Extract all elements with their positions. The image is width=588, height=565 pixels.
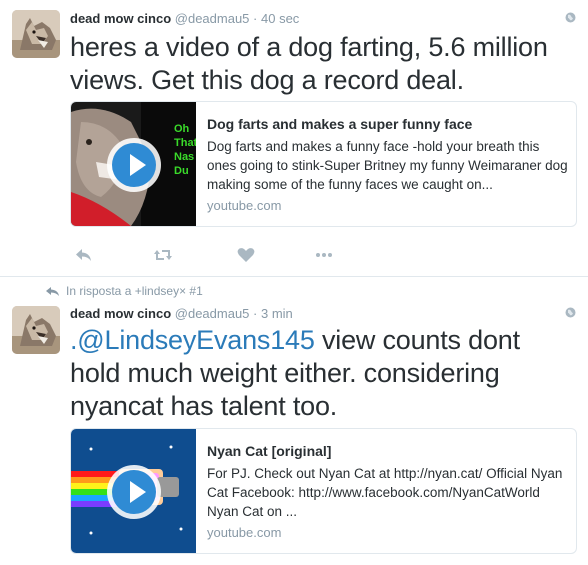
avatar[interactable]: [12, 10, 60, 58]
wolf-avatar-image: [12, 306, 60, 354]
avatar[interactable]: [12, 306, 60, 354]
reply-context-text: In risposta a +lindsey× #1: [66, 284, 203, 298]
thumbnail-caption: Oh That Nas Du: [174, 122, 196, 178]
tweet-header: dead mow cinco @deadmau5 · 40 sec: [70, 11, 299, 26]
tweet-text: .@LindseyEvans145 view counts dont hold …: [70, 324, 570, 423]
link-card[interactable]: Nyan Cat [original] For PJ. Check out Ny…: [70, 428, 577, 554]
retweet-icon[interactable]: [153, 246, 173, 264]
wolf-avatar-image: [12, 10, 60, 58]
reply-arrow-icon: [46, 287, 59, 296]
author-name[interactable]: dead mow cinco: [70, 11, 171, 26]
card-description: For PJ. Check out Nyan Cat at http://nya…: [207, 466, 563, 519]
thumbnail-caption-line: Oh: [174, 123, 190, 135]
tweet[interactable]: dead mow cinco @deadmau5 · 40 sec heres …: [0, 0, 588, 277]
video-thumbnail[interactable]: [71, 429, 196, 553]
play-icon[interactable]: [107, 138, 161, 192]
timestamp[interactable]: 3 min: [261, 306, 293, 321]
separator: ·: [253, 306, 258, 321]
thumbnail-caption-line: Du: [174, 165, 189, 177]
card-body: Dog farts and makes a super funny face D…: [207, 115, 569, 213]
play-icon[interactable]: [107, 465, 161, 519]
card-description: Dog farts and makes a funny face -hold y…: [207, 139, 568, 192]
author-handle[interactable]: @deadmau5: [175, 306, 250, 321]
thumbnail-caption-line: Nas: [174, 151, 195, 163]
author-name[interactable]: dead mow cinco: [70, 306, 171, 321]
tweet-text: heres a video of a dog farting, 5.6 mill…: [70, 32, 548, 95]
like-icon[interactable]: [236, 246, 256, 264]
tweet-header: dead mow cinco @deadmau5 · 3 min: [70, 306, 293, 321]
tweet[interactable]: In risposta a +lindsey× #1 dead mow cinc…: [0, 277, 588, 565]
card-body: Nyan Cat [original] For PJ. Check out Ny…: [207, 442, 569, 540]
mention-link[interactable]: .@LindseyEvans145: [70, 325, 315, 355]
reply-context[interactable]: In risposta a +lindsey× #1: [46, 284, 203, 298]
link-card[interactable]: Oh That Nas Du Dog farts and makes a sup…: [70, 101, 577, 227]
thumbnail-caption-line: That: [174, 137, 196, 149]
reply-icon[interactable]: [74, 246, 94, 264]
video-thumbnail[interactable]: Oh That Nas Du: [71, 102, 196, 226]
card-title[interactable]: Nyan Cat [original]: [207, 442, 569, 460]
globe-icon: [565, 12, 576, 23]
timestamp[interactable]: 40 sec: [261, 11, 299, 26]
card-domain: youtube.com: [207, 525, 282, 540]
card-title[interactable]: Dog farts and makes a super funny face: [207, 115, 569, 133]
globe-icon: [565, 307, 576, 318]
card-domain: youtube.com: [207, 198, 282, 213]
more-icon[interactable]: [314, 246, 334, 264]
tweet-actions: [70, 246, 340, 266]
separator: ·: [253, 11, 258, 26]
author-handle[interactable]: @deadmau5: [175, 11, 250, 26]
